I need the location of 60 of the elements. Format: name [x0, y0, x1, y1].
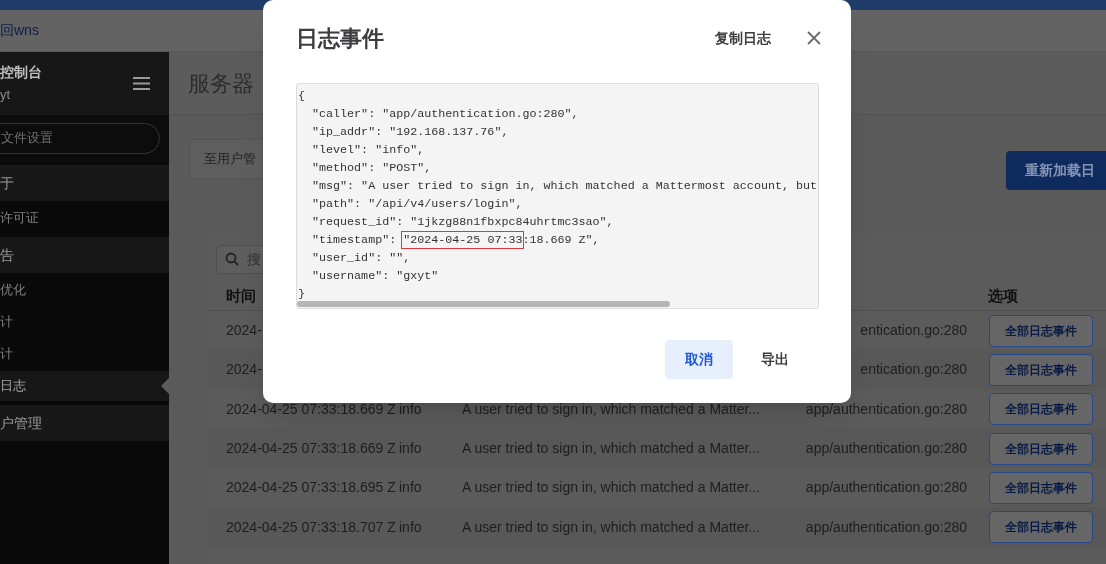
back-link[interactable]: 回wns	[0, 20, 39, 41]
reload-button[interactable]: 重新加载日	[1006, 151, 1106, 190]
column-header: 时间	[226, 286, 256, 306]
cancel-button[interactable]: 取消	[665, 340, 733, 379]
user-name: yt	[0, 86, 12, 105]
code-line: "method": "POST",	[311, 160, 433, 177]
table-cell: info	[399, 518, 422, 535]
code-line: "msg": "A user tried to sign in, which matched a Mattermost account, but	[311, 178, 818, 195]
table-cell: 2024-04-25 07:33:18.669 Z	[226, 440, 396, 457]
table-cell-text: app/authentication.go:280	[805, 439, 967, 459]
code-line: }	[298, 286, 306, 303]
sidebar-section[interactable]: 告	[0, 237, 169, 273]
code-line: "request_id": "1jkzg88n1fbxpc84uhrtmc3sao",	[311, 214, 615, 231]
code-line: "path": "/api/v4/users/login",	[311, 196, 524, 213]
table-cell: info	[399, 440, 422, 457]
sidebar-item[interactable]: 计	[0, 339, 169, 369]
all-events-button[interactable]: 全部日志事件	[989, 471, 1093, 504]
sidebar-item[interactable]: 计	[0, 307, 169, 337]
menu-icon[interactable]	[133, 77, 150, 90]
table-cell: info	[399, 479, 422, 496]
table-cell: A user tried to sign in, which matched a Matter...	[462, 400, 761, 417]
scrollbar-thumb[interactable]	[297, 301, 670, 307]
all-events-button[interactable]: 全部日志事件	[989, 432, 1093, 465]
table-cell: 2024-04-25 07:33:18.707 Z	[226, 518, 396, 535]
table-cell: 2024-04-25 07:33:18.669 Z	[226, 400, 396, 417]
all-events-button[interactable]: 全部日志事件	[989, 353, 1093, 386]
all-events-button[interactable]: 全部日志事件	[989, 511, 1093, 544]
column-header: 选项	[988, 286, 1018, 306]
sidebar-section[interactable]: 户管理	[0, 405, 169, 441]
table-cell: info	[399, 400, 422, 417]
search-icon	[225, 252, 239, 266]
all-events-button[interactable]: 全部日志事件	[989, 393, 1093, 426]
sidebar-section[interactable]: 于	[0, 165, 169, 201]
sidebar-item[interactable]: 优化	[0, 275, 169, 305]
dialog-title: 日志事件	[296, 25, 384, 53]
all-events-button[interactable]: 全部日志事件	[989, 314, 1093, 347]
selection-notch	[161, 378, 169, 394]
code-line: "ip_addr": "192.168.137.76",	[311, 124, 510, 141]
table-cell-text: entication.go:280	[860, 360, 967, 380]
table-cell: 2024-	[226, 361, 262, 378]
export-button[interactable]: 导出	[741, 340, 809, 379]
code-line: "user_id": "",	[311, 250, 412, 267]
code-line: "caller": "app/authentication.go:280",	[311, 106, 580, 123]
table-cell-text: app/authentication.go:280	[805, 517, 967, 537]
code-line: {	[298, 88, 306, 105]
close-icon[interactable]	[807, 31, 821, 45]
code-line: "level": "info",	[311, 142, 426, 159]
sidebar-item[interactable]: 日志	[0, 371, 169, 401]
sidebar-item[interactable]: 许可证	[0, 203, 169, 233]
table-cell-text: app/authentication.go:280	[805, 478, 967, 498]
code-line: "username": "gxyt"	[311, 268, 440, 285]
console-title: 控制台	[0, 63, 42, 83]
table-cell-text: app/authentication.go:280	[805, 399, 967, 419]
table-cell: A user tried to sign in, which matched a Matter...	[462, 518, 761, 535]
table-cell: A user tried to sign in, which matched a Matter...	[462, 440, 761, 457]
copy-log-button[interactable]: 复制日志	[715, 28, 771, 49]
table-cell: A user tried to sign in, which matched a Matter...	[462, 479, 761, 496]
table-cell: 2024-04-25 07:33:18.695 Z	[226, 479, 396, 496]
table-cell: 2024-	[226, 322, 262, 339]
table-cell-text: entication.go:280	[860, 321, 967, 341]
